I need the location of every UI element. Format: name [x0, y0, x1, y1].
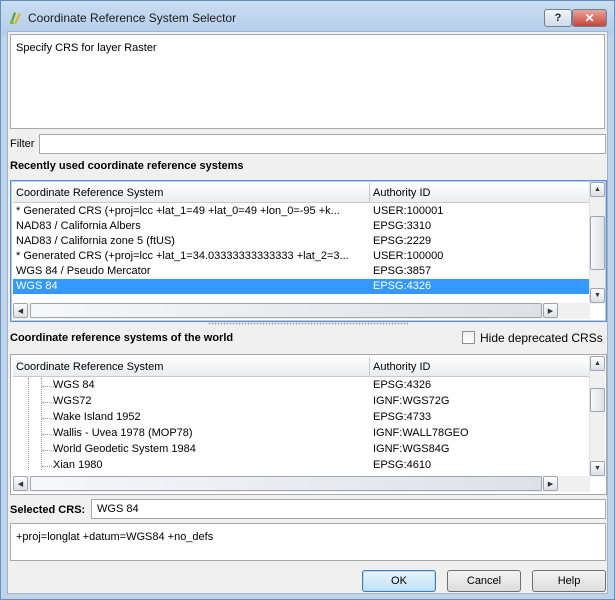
scroll-left-arrow-icon[interactable]: ◀: [13, 476, 28, 491]
world-col-crs[interactable]: Coordinate Reference System: [13, 357, 370, 377]
world-row[interactable]: Wallis - Uvea 1978 (MOP78) IGNF:WALL78GE…: [13, 426, 590, 441]
world-row-crs: WGS72: [53, 395, 92, 407]
world-row-authority: IGNF:WALL78GEO: [373, 427, 469, 439]
message-text: Specify CRS for layer Raster: [16, 42, 157, 54]
world-hscroll-thumb[interactable]: [30, 476, 542, 491]
recent-vscroll-thumb[interactable]: [590, 216, 605, 270]
world-row-crs: Wallis - Uvea 1978 (MOP78): [53, 427, 193, 439]
scroll-up-arrow-icon[interactable]: ▲: [590, 182, 605, 197]
world-row[interactable]: Wake Island 1952 EPSG:4733: [13, 410, 590, 425]
close-window-button[interactable]: ✕: [572, 9, 607, 27]
scroll-down-arrow-icon[interactable]: ▼: [590, 461, 605, 476]
world-row-authority: IGNF:WGS72G: [373, 395, 450, 407]
ok-button[interactable]: OK: [362, 570, 436, 592]
world-vertical-scrollbar[interactable]: ▲ ▼: [589, 356, 605, 477]
recent-col-authority[interactable]: Authority ID: [370, 183, 590, 203]
world-horizontal-scrollbar[interactable]: ◀ ▶: [13, 476, 590, 492]
proj-string-text-area: +proj=longlat +datum=WGS84 +no_defs: [10, 523, 606, 561]
recent-row-authority: USER:100001: [373, 205, 444, 217]
selected-crs-field[interactable]: WGS 84: [91, 499, 606, 519]
recent-row-crs: NAD83 / California Albers: [16, 220, 141, 232]
hide-deprecated-label: Hide deprecated CRSs: [480, 331, 603, 345]
world-row[interactable]: Xian 1980 EPSG:4610: [13, 458, 590, 473]
recent-row-selected[interactable]: WGS 84 EPSG:4326: [13, 279, 590, 294]
scroll-right-arrow-icon[interactable]: ▶: [543, 303, 558, 318]
recent-row-crs: * Generated CRS (+proj=lcc +lat_1=34.033…: [16, 250, 349, 262]
recent-row[interactable]: * Generated CRS (+proj=lcc +lat_1=49 +la…: [13, 204, 590, 219]
world-row-authority: EPSG:4733: [373, 411, 432, 423]
world-row-authority: EPSG:4610: [373, 459, 432, 471]
world-col-authority[interactable]: Authority ID: [370, 357, 590, 377]
world-crs-heading: Coordinate reference systems of the worl…: [10, 332, 234, 344]
world-vscroll-thumb[interactable]: [590, 388, 605, 412]
recent-row-authority: USER:100000: [373, 250, 444, 262]
world-row-crs: Xian 1980: [53, 459, 103, 471]
world-row-crs: WGS 84: [53, 379, 95, 391]
world-crs-tree[interactable]: Coordinate Reference System Authority ID…: [10, 354, 607, 495]
scroll-up-arrow-icon[interactable]: ▲: [590, 356, 605, 371]
filter-input[interactable]: [39, 134, 606, 154]
window-title: Coordinate Reference System Selector: [28, 11, 237, 25]
proj-string: +proj=longlat +datum=WGS84 +no_defs: [16, 531, 214, 543]
help-button[interactable]: Help: [532, 570, 606, 592]
title-bar[interactable]: Coordinate Reference System Selector ? ✕: [1, 1, 614, 35]
filter-label: Filter: [10, 138, 35, 150]
world-row-crs: World Geodetic System 1984: [53, 443, 196, 455]
dialog-body: Specify CRS for layer Raster Filter Rece…: [7, 31, 608, 594]
recent-crs-heading: Recently used coordinate reference syste…: [10, 160, 244, 172]
recent-row-authority: EPSG:3857: [373, 265, 432, 277]
qgis-logo-icon: [10, 12, 21, 24]
world-row-authority: IGNF:WGS84G: [373, 443, 450, 455]
world-row-crs: Wake Island 1952: [53, 411, 141, 423]
title-help-button[interactable]: ?: [544, 9, 572, 27]
scroll-right-arrow-icon[interactable]: ▶: [543, 476, 558, 491]
scroll-down-arrow-icon[interactable]: ▼: [590, 288, 605, 303]
recent-row-crs: WGS 84: [16, 280, 58, 292]
recent-row[interactable]: NAD83 / California zone 5 (ftUS) EPSG:22…: [13, 234, 590, 249]
recent-row[interactable]: * Generated CRS (+proj=lcc +lat_1=34.033…: [13, 249, 590, 264]
recent-row-crs: NAD83 / California zone 5 (ftUS): [16, 235, 175, 247]
hide-deprecated-checkbox[interactable]: [462, 331, 475, 344]
selected-crs-label: Selected CRS:: [10, 504, 86, 516]
recent-table-header: Coordinate Reference System Authority ID: [13, 183, 590, 203]
recent-row[interactable]: WGS 84 / Pseudo Mercator EPSG:3857: [13, 264, 590, 279]
recent-row-authority: EPSG:3310: [373, 220, 432, 232]
panel-splitter-handle[interactable]: [208, 322, 408, 325]
recent-row-authority: EPSG:2229: [373, 235, 432, 247]
recent-vertical-scrollbar[interactable]: ▲ ▼: [589, 182, 605, 304]
recent-crs-table[interactable]: Coordinate Reference System Authority ID…: [10, 180, 607, 322]
message-text-area: Specify CRS for layer Raster: [10, 34, 605, 129]
recent-row-crs: WGS 84 / Pseudo Mercator: [16, 265, 151, 277]
recent-horizontal-scrollbar[interactable]: ◀ ▶: [13, 303, 590, 319]
cancel-button[interactable]: Cancel: [447, 570, 521, 592]
scroll-left-arrow-icon[interactable]: ◀: [13, 303, 28, 318]
world-row[interactable]: WGS 84 EPSG:4326: [13, 378, 590, 393]
recent-hscroll-thumb[interactable]: [30, 303, 542, 318]
recent-row[interactable]: NAD83 / California Albers EPSG:3310: [13, 219, 590, 234]
world-table-header: Coordinate Reference System Authority ID: [13, 357, 590, 377]
world-row[interactable]: WGS72 IGNF:WGS72G: [13, 394, 590, 409]
recent-row-crs: * Generated CRS (+proj=lcc +lat_1=49 +la…: [16, 205, 340, 217]
world-row-authority: EPSG:4326: [373, 379, 432, 391]
world-row[interactable]: World Geodetic System 1984 IGNF:WGS84G: [13, 442, 590, 457]
crs-selector-dialog: Coordinate Reference System Selector ? ✕…: [0, 0, 615, 600]
recent-col-crs[interactable]: Coordinate Reference System: [13, 183, 370, 203]
recent-row-authority: EPSG:4326: [373, 280, 432, 292]
